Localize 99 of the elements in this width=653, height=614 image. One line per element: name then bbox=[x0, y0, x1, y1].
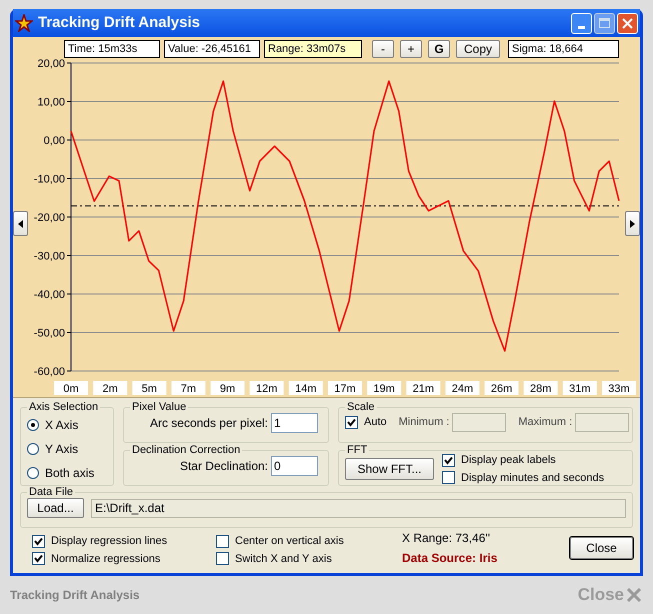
readout-field: Time: 15m33s bbox=[64, 40, 160, 58]
x-tick-label: 33m bbox=[602, 381, 636, 395]
star-icon bbox=[15, 14, 33, 32]
toolbar-button[interactable]: G bbox=[428, 40, 450, 58]
checkbox-label: Switch X and Y axis bbox=[235, 552, 332, 566]
window-title: Tracking Drift Analysis bbox=[38, 12, 200, 33]
checkbox-label: Display peak labels bbox=[461, 453, 556, 468]
y-tick-label: 20,00 bbox=[37, 59, 65, 70]
check-icon bbox=[444, 456, 453, 465]
group-title: Axis Selection bbox=[28, 401, 100, 413]
x-tick-label: 12m bbox=[250, 381, 284, 395]
maximize-button[interactable] bbox=[594, 12, 615, 34]
data-source-text: Data Source: Iris bbox=[402, 550, 498, 567]
readout-field: Value: -26,45161 bbox=[164, 40, 260, 58]
x-tick-label: 5m bbox=[142, 383, 157, 395]
x-tick-label: 2m bbox=[102, 383, 118, 395]
x-tick-label: 14m bbox=[295, 383, 317, 395]
checkbox-label: Display minutes and seconds bbox=[461, 470, 604, 486]
checkbox[interactable] bbox=[32, 534, 45, 548]
radio-label: Both axis bbox=[45, 465, 94, 482]
x-tick-label: 0m bbox=[54, 381, 88, 395]
toolbar-button[interactable]: - bbox=[372, 40, 394, 58]
field-label: Minimum : bbox=[398, 415, 450, 430]
radio-button[interactable] bbox=[27, 467, 39, 479]
show-fft-button[interactable]: Show FFT... bbox=[345, 458, 434, 480]
y-tick-label: -60,00 bbox=[34, 366, 65, 378]
radio-button[interactable] bbox=[27, 443, 39, 455]
y-tick-label: -50,00 bbox=[34, 328, 65, 340]
x-tick-label: 33m bbox=[608, 383, 630, 395]
x-tick-label: 17m bbox=[328, 381, 362, 395]
minimize-button[interactable] bbox=[571, 12, 592, 34]
input-field[interactable]: 0 bbox=[271, 456, 318, 476]
x-tick-label: 14m bbox=[288, 381, 323, 395]
radio-label: Y Axis bbox=[45, 441, 78, 458]
field-label: Maximum : bbox=[518, 415, 572, 430]
footer-caption: Tracking Drift Analysis bbox=[10, 586, 140, 604]
x-tick-label: 7m bbox=[171, 381, 206, 395]
left-arrow-icon bbox=[18, 220, 23, 228]
checkbox-label: Normalize regressions bbox=[51, 552, 160, 566]
x-tick-label: 26m bbox=[484, 381, 519, 395]
x-tick-label: 21m bbox=[412, 383, 434, 395]
x-tick-label: 5m bbox=[132, 381, 166, 395]
file-path-field: E:\Drift_x.dat bbox=[91, 498, 626, 518]
group-title: Declination Correction bbox=[131, 444, 242, 456]
x-tick-label: 2m bbox=[93, 381, 128, 395]
x-tick-label: 26m bbox=[490, 383, 512, 395]
scroll-right-button[interactable] bbox=[625, 211, 640, 236]
radio-label: X Axis bbox=[45, 417, 78, 434]
x-tick-label: 17m bbox=[334, 383, 356, 395]
group-title: Pixel Value bbox=[131, 401, 188, 413]
close-icon bbox=[627, 588, 641, 602]
check-icon bbox=[347, 418, 356, 427]
x-tick-label: 9m bbox=[210, 381, 245, 395]
x-tick-label: 9m bbox=[220, 383, 236, 395]
checkbox[interactable] bbox=[216, 534, 229, 548]
x-tick-label: 24m bbox=[452, 383, 474, 395]
x-tick-label: 7m bbox=[180, 383, 196, 395]
sigma-field: Sigma: 18,664 bbox=[508, 40, 620, 58]
group-title: FFT bbox=[346, 444, 368, 456]
x-tick-label: 31m bbox=[569, 383, 591, 395]
x-tick-label: 19m bbox=[367, 381, 402, 395]
y-tick-label: 10,00 bbox=[37, 96, 65, 108]
x-range-text: X Range: 73,46'' bbox=[402, 530, 491, 547]
toolbar-button[interactable]: + bbox=[400, 40, 422, 58]
checkbox-label: Center on vertical axis bbox=[235, 534, 344, 549]
x-tick-label: 28m bbox=[530, 383, 552, 395]
input-field[interactable]: 1 bbox=[271, 413, 318, 433]
x-tick-label: 21m bbox=[406, 381, 440, 395]
right-arrow-icon bbox=[630, 220, 635, 228]
y-tick-label: -20,00 bbox=[34, 212, 65, 224]
close-button[interactable] bbox=[617, 12, 638, 34]
readout-field: Range: 33m07s bbox=[264, 40, 362, 58]
checkbox-label: Auto bbox=[364, 415, 387, 430]
checkbox[interactable] bbox=[442, 471, 455, 484]
radio-button[interactable] bbox=[27, 419, 39, 431]
y-tick-label: -30,00 bbox=[34, 250, 65, 262]
x-tick-label: 24m bbox=[445, 381, 480, 395]
y-tick-label: -40,00 bbox=[34, 289, 65, 301]
group-title: Data File bbox=[28, 486, 74, 498]
checkbox[interactable] bbox=[442, 454, 455, 467]
y-tick-label: -10,00 bbox=[34, 174, 65, 186]
close-icon bbox=[622, 18, 633, 28]
x-tick-label: 28m bbox=[524, 381, 558, 395]
checkbox[interactable] bbox=[216, 552, 229, 566]
x-tick-label: 12m bbox=[256, 383, 278, 395]
load-button[interactable]: Load... bbox=[27, 498, 84, 518]
field-label: Star Declination: bbox=[180, 458, 268, 475]
group-title: Scale bbox=[346, 401, 376, 413]
x-tick-label: 0m bbox=[63, 383, 79, 395]
checkbox-label: Display regression lines bbox=[51, 534, 168, 549]
scroll-left-button[interactable] bbox=[13, 211, 28, 236]
checkbox[interactable] bbox=[345, 416, 358, 429]
x-tick-label: 31m bbox=[562, 381, 597, 395]
checkbox[interactable] bbox=[32, 552, 45, 566]
x-tick-label: 19m bbox=[373, 383, 395, 395]
toolbar-button[interactable]: Copy bbox=[456, 40, 500, 58]
close-dialog-button[interactable]: Close bbox=[570, 537, 633, 559]
y-tick-label: 0,00 bbox=[44, 135, 65, 147]
field-label: Arc seconds per pixel: bbox=[150, 415, 268, 432]
